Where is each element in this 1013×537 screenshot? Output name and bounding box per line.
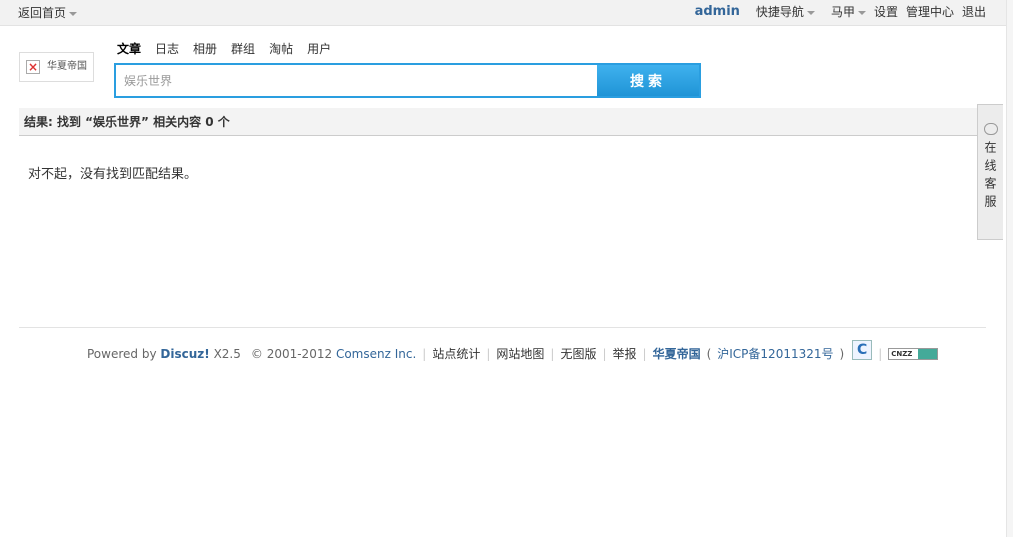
version-text: X2.5 [213, 346, 241, 361]
tab-album[interactable]: 相册 [193, 40, 217, 57]
no-result-message: 对不起，没有找到匹配结果。 [28, 167, 198, 182]
home-link-label: 返回首页 [18, 6, 67, 20]
home-link[interactable]: 返回首页 [18, 4, 78, 21]
divider: | [642, 346, 647, 361]
search-input[interactable] [116, 65, 597, 96]
tab-user[interactable]: 用户 [307, 40, 331, 57]
logo-alt-text: 华夏帝国 [47, 60, 87, 72]
member-label: 马甲 [830, 5, 855, 19]
search-type-tabs: 文章 日志 相册 群组 淘帖 用户 [117, 40, 345, 57]
divider: | [486, 346, 491, 361]
user-menu: admin 快捷导航 马甲 设置 管理中心 退出 [687, 3, 986, 20]
cnzz-badge-icon[interactable]: CNZZ [888, 347, 939, 360]
admin-center-link[interactable]: 管理中心 [906, 3, 954, 20]
username-link[interactable]: admin [695, 4, 740, 19]
divider: | [550, 346, 555, 361]
footer: Powered by Discuz! X2.5 © 2001-2012 Coms… [87, 339, 939, 362]
stats-link[interactable]: 站点统计 [432, 345, 480, 362]
stats-logo-icon[interactable]: C [852, 339, 873, 360]
tab-collection[interactable]: 淘帖 [269, 40, 293, 57]
chevron-down-icon [857, 10, 866, 15]
chevron-down-icon [69, 11, 78, 16]
search-box: 搜索 [114, 63, 701, 98]
divider: | [422, 346, 427, 361]
powered-by-text: Powered by [87, 346, 157, 361]
online-service-tab[interactable]: 在线客服 [977, 104, 1003, 240]
site-logo[interactable]: × 华夏帝国 [19, 52, 94, 82]
quick-nav-menu[interactable]: 快捷导航 [748, 3, 815, 20]
archiver-link[interactable]: 无图版 [560, 345, 596, 362]
icp-close-paren: ) [839, 346, 845, 361]
comsenz-link[interactable]: Comsenz Inc. [336, 347, 416, 361]
online-service-label: 在线客服 [983, 141, 997, 213]
top-bar: 返回首页 admin 快捷导航 马甲 设置 管理中心 退出 [0, 0, 1006, 26]
search-button[interactable]: 搜索 [597, 65, 699, 96]
settings-link[interactable]: 设置 [874, 3, 898, 20]
tab-blog[interactable]: 日志 [155, 40, 179, 57]
broken-image-icon: × [26, 60, 40, 74]
footer-divider [19, 327, 986, 328]
member-menu[interactable]: 马甲 [823, 3, 866, 20]
tab-group[interactable]: 群组 [231, 40, 255, 57]
icp-link[interactable]: 沪ICP备12011321号 [717, 345, 833, 362]
chat-bubble-icon [983, 123, 998, 135]
quick-nav-label: 快捷导航 [755, 5, 804, 19]
scrollbar[interactable] [1006, 0, 1013, 537]
tab-article[interactable]: 文章 [117, 40, 141, 57]
divider: | [602, 346, 607, 361]
discuz-link[interactable]: Discuz! [160, 347, 209, 361]
sitemap-link[interactable]: 网站地图 [496, 345, 544, 362]
divider: | [878, 346, 883, 361]
result-header: 结果: 找到 “娱乐世界” 相关内容 0 个 [19, 108, 986, 136]
logout-link[interactable]: 退出 [962, 3, 986, 20]
copyright-text: © 2001-2012 [250, 346, 333, 361]
report-link[interactable]: 举报 [613, 345, 637, 362]
icp-open-paren: ( [706, 346, 712, 361]
chevron-down-icon [806, 10, 815, 15]
site-name-link[interactable]: 华夏帝国 [653, 345, 701, 362]
